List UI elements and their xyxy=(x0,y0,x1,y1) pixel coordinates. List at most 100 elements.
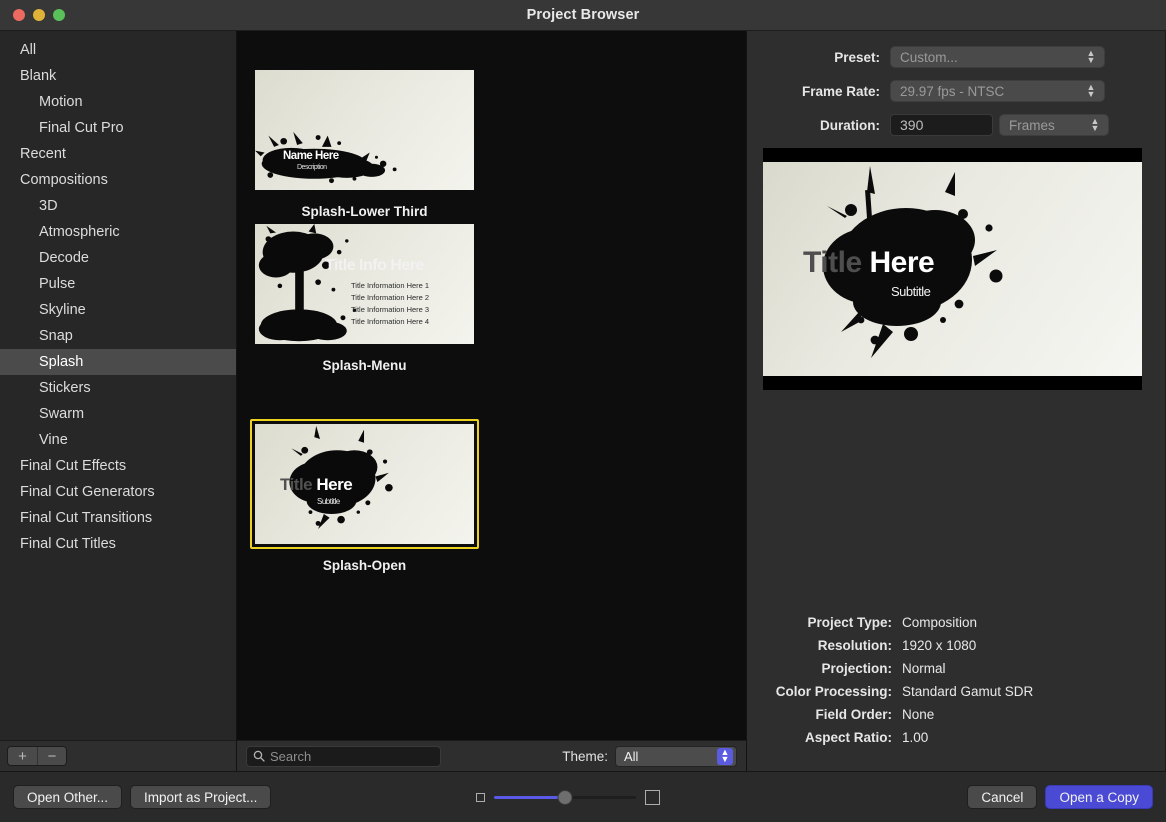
preset-row: Preset: Custom... ▲▼ xyxy=(747,46,1143,68)
sidebar: All Blank Motion Final Cut Pro Recent Co… xyxy=(0,31,237,771)
close-window-button[interactable] xyxy=(13,9,25,21)
sidebar-item-snap[interactable]: Snap xyxy=(0,323,236,349)
slider-knob[interactable] xyxy=(558,790,573,805)
search-placeholder: Search xyxy=(270,749,311,764)
import-as-project-button[interactable]: Import as Project... xyxy=(130,785,271,809)
thumbnail-frame[interactable]: Name Here Description xyxy=(250,65,479,195)
sidebar-item-pulse[interactable]: Pulse xyxy=(0,271,236,297)
metadata-row: Project Type: Composition xyxy=(747,615,1143,630)
sidebar-item-label: Motion xyxy=(39,94,83,110)
theme-label: Theme: xyxy=(562,749,608,764)
chevron-updown-icon: ▲▼ xyxy=(717,748,733,765)
template-tile[interactable]: Name Here Description Splash-Lower Third xyxy=(237,65,492,219)
preview-container: Title Here Subtitle xyxy=(747,148,1165,390)
thumb-title-dim: Title xyxy=(280,475,312,494)
open-other-button[interactable]: Open Other... xyxy=(13,785,122,809)
duration-row: Duration: 390 Frames ▲▼ xyxy=(747,114,1143,136)
large-thumbnail-icon[interactable] xyxy=(645,790,660,805)
bottom-toolbar: Open Other... Import as Project... Cance… xyxy=(0,771,1166,822)
sidebar-item-recent[interactable]: Recent xyxy=(0,141,236,167)
add-icon[interactable]: + xyxy=(8,747,37,765)
projection-value: Normal xyxy=(902,661,946,676)
metadata-row: Field Order: None xyxy=(747,707,1143,722)
maximize-window-button[interactable] xyxy=(53,9,65,21)
sidebar-item-blank[interactable]: Blank xyxy=(0,63,236,89)
add-remove-segmented-control: + − xyxy=(7,746,67,766)
sidebar-item-final-cut-generators[interactable]: Final Cut Generators xyxy=(0,479,236,505)
preview-title-dim: Title xyxy=(803,246,862,279)
sidebar-item-label: Atmospheric xyxy=(39,224,120,240)
project-settings-form: Preset: Custom... ▲▼ Frame Rate: 29.97 f… xyxy=(747,31,1165,148)
frame-rate-label: Frame Rate: xyxy=(747,84,890,99)
remove-icon[interactable]: − xyxy=(37,747,66,765)
project-browser-window: Project Browser All Blank Motion Final C… xyxy=(0,0,1166,822)
thumb-title: Name Here xyxy=(283,150,339,162)
thumbnail-menu: Title Info Here Title Information Here 1… xyxy=(255,224,474,344)
thumbnail-open: Title Here Subtitle xyxy=(255,424,474,544)
sidebar-item-label: Final Cut Titles xyxy=(20,536,116,552)
thumb-info-line: Title Information Here 1 xyxy=(351,280,429,292)
project-metadata: Project Type: Composition Resolution: 19… xyxy=(747,615,1165,771)
sidebar-item-final-cut-pro[interactable]: Final Cut Pro xyxy=(0,115,236,141)
frame-rate-row: Frame Rate: 29.97 fps - NTSC ▲▼ xyxy=(747,80,1143,102)
sidebar-item-splash[interactable]: Splash xyxy=(0,349,236,375)
sidebar-item-compositions[interactable]: Compositions xyxy=(0,167,236,193)
sidebar-item-label: Recent xyxy=(20,146,66,162)
preset-popup-button[interactable]: Custom... ▲▼ xyxy=(890,46,1105,68)
project-type-value: Composition xyxy=(902,615,977,630)
template-browser: Name Here Description Splash-Lower Third xyxy=(237,31,747,771)
sidebar-item-label: Compositions xyxy=(20,172,108,188)
sidebar-item-label: Splash xyxy=(39,354,83,370)
cancel-button[interactable]: Cancel xyxy=(967,785,1037,809)
chevron-updown-icon: ▲▼ xyxy=(1088,118,1102,133)
template-tile-selected[interactable]: Title Here Subtitle Splash-Open xyxy=(237,419,492,573)
metadata-row: Aspect Ratio: 1.00 xyxy=(747,730,1143,745)
metadata-row: Resolution: 1920 x 1080 xyxy=(747,638,1143,653)
thumb-title: Title Info Here xyxy=(325,257,424,275)
sidebar-item-stickers[interactable]: Stickers xyxy=(0,375,236,401)
sidebar-item-swarm[interactable]: Swarm xyxy=(0,401,236,427)
sidebar-item-skyline[interactable]: Skyline xyxy=(0,297,236,323)
slider-fill xyxy=(494,796,565,799)
chevron-updown-icon: ▲▼ xyxy=(1084,50,1098,65)
aspect-ratio-label: Aspect Ratio: xyxy=(747,730,902,745)
sidebar-item-label: Final Cut Transitions xyxy=(20,510,152,526)
thumb-info-lines: Title Information Here 1 Title Informati… xyxy=(351,280,429,329)
theme-filter: Theme: All ▲▼ xyxy=(562,746,737,767)
duration-units-popup-button[interactable]: Frames ▲▼ xyxy=(999,114,1109,136)
duration-units-value: Frames xyxy=(1009,118,1055,133)
sidebar-item-final-cut-titles[interactable]: Final Cut Titles xyxy=(0,531,236,557)
sidebar-item-final-cut-transitions[interactable]: Final Cut Transitions xyxy=(0,505,236,531)
sidebar-item-3d[interactable]: 3D xyxy=(0,193,236,219)
minimize-window-button[interactable] xyxy=(33,9,45,21)
thumbnail-size-slider[interactable] xyxy=(494,789,636,805)
sidebar-item-label: Final Cut Generators xyxy=(20,484,155,500)
sidebar-item-motion[interactable]: Motion xyxy=(0,89,236,115)
thumbnail-frame[interactable]: Title Info Here Title Information Here 1… xyxy=(250,219,479,349)
sidebar-item-label: Stickers xyxy=(39,380,91,396)
thumbnail-size-control xyxy=(476,789,660,805)
duration-input[interactable]: 390 xyxy=(890,114,993,136)
small-thumbnail-icon[interactable] xyxy=(476,793,485,802)
thumbnail-frame-selected[interactable]: Title Here Subtitle xyxy=(250,419,479,549)
sidebar-item-atmospheric[interactable]: Atmospheric xyxy=(0,219,236,245)
chevron-updown-icon: ▲▼ xyxy=(1084,84,1098,99)
theme-popup-button[interactable]: All ▲▼ xyxy=(615,746,737,767)
template-tile[interactable]: Title Info Here Title Information Here 1… xyxy=(237,219,492,373)
sidebar-item-final-cut-effects[interactable]: Final Cut Effects xyxy=(0,453,236,479)
open-a-copy-button[interactable]: Open a Copy xyxy=(1045,785,1153,809)
template-tile-label: Splash-Open xyxy=(323,558,406,573)
projection-label: Projection: xyxy=(747,661,902,676)
sidebar-item-label: Pulse xyxy=(39,276,75,292)
template-grid: Name Here Description Splash-Lower Third xyxy=(237,31,746,740)
sidebar-item-label: Swarm xyxy=(39,406,84,422)
sidebar-list: All Blank Motion Final Cut Pro Recent Co… xyxy=(0,31,236,740)
color-processing-value: Standard Gamut SDR xyxy=(902,684,1033,699)
dialog-actions: Cancel Open a Copy xyxy=(967,785,1153,809)
frame-rate-popup-button[interactable]: 29.97 fps - NTSC ▲▼ xyxy=(890,80,1105,102)
sidebar-item-vine[interactable]: Vine xyxy=(0,427,236,453)
sidebar-item-decode[interactable]: Decode xyxy=(0,245,236,271)
search-field[interactable]: Search xyxy=(246,746,441,767)
sidebar-item-all[interactable]: All xyxy=(0,37,236,63)
sidebar-item-label: Blank xyxy=(20,68,56,84)
